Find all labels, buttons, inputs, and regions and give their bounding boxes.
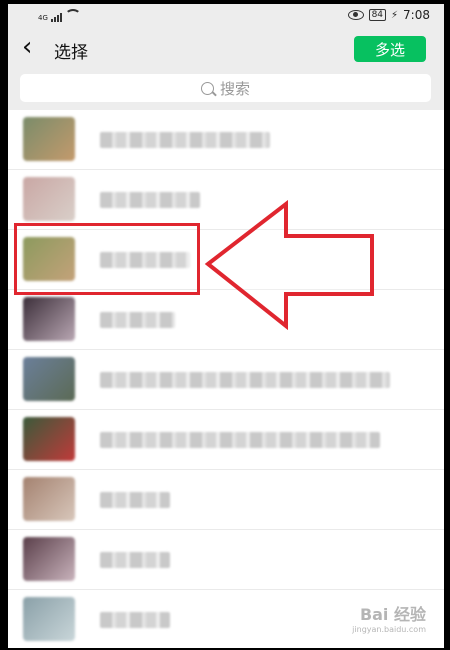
page-title: 选择: [54, 43, 88, 63]
contact-row[interactable]: [8, 350, 444, 410]
watermark-main: Bai 经验: [359, 605, 426, 624]
left-arrow-annotation-icon: [204, 200, 374, 330]
contact-name-blurred: [100, 192, 200, 208]
contact-row[interactable]: [8, 530, 444, 590]
avatar: [23, 417, 75, 461]
contact-name-blurred: [100, 612, 170, 628]
contact-name-blurred: [100, 492, 170, 508]
battery-icon: 84: [368, 9, 387, 21]
watermark: Bai 经验 jingyan.baidu.com: [352, 601, 426, 634]
contact-name-blurred: [100, 372, 390, 388]
search-bar[interactable]: 搜索: [20, 74, 431, 102]
highlight-box: [14, 223, 200, 295]
network-label: 4G: [38, 14, 48, 22]
eye-icon: [347, 10, 364, 20]
status-left: 4G: [38, 9, 81, 22]
header-bar: ‹ 选择 多选: [8, 28, 444, 72]
contact-name-blurred: [100, 552, 170, 568]
avatar: [23, 357, 75, 401]
phone-screen: 4G 84 ⚡ 7:08 ‹ 选择 多选 搜索 Bai 经验 jingyan.b…: [8, 4, 444, 648]
avatar: [23, 537, 75, 581]
contact-row[interactable]: [8, 410, 444, 470]
status-time: 7:08: [403, 8, 430, 22]
avatar: [23, 297, 75, 341]
contact-row[interactable]: [8, 110, 444, 170]
contact-name-blurred: [100, 132, 270, 148]
charging-icon: ⚡: [391, 9, 399, 21]
signal-icon: [50, 13, 62, 22]
contact-row[interactable]: [8, 470, 444, 530]
contact-list: [8, 110, 444, 648]
avatar: [23, 477, 75, 521]
contact-name-blurred: [100, 312, 175, 328]
status-right: 84 ⚡ 7:08: [347, 8, 430, 22]
status-bar: 4G 84 ⚡ 7:08: [8, 4, 444, 28]
search-icon: [200, 81, 214, 95]
search-placeholder: 搜索: [219, 79, 250, 98]
avatar: [23, 177, 75, 221]
multi-select-button[interactable]: 多选: [354, 36, 426, 62]
watermark-sub: jingyan.baidu.com: [352, 625, 426, 634]
contact-name-blurred: [100, 432, 380, 448]
chevron-left-icon[interactable]: ‹: [22, 34, 32, 60]
avatar: [23, 597, 75, 641]
avatar: [23, 117, 75, 161]
wifi-icon: [64, 9, 81, 22]
